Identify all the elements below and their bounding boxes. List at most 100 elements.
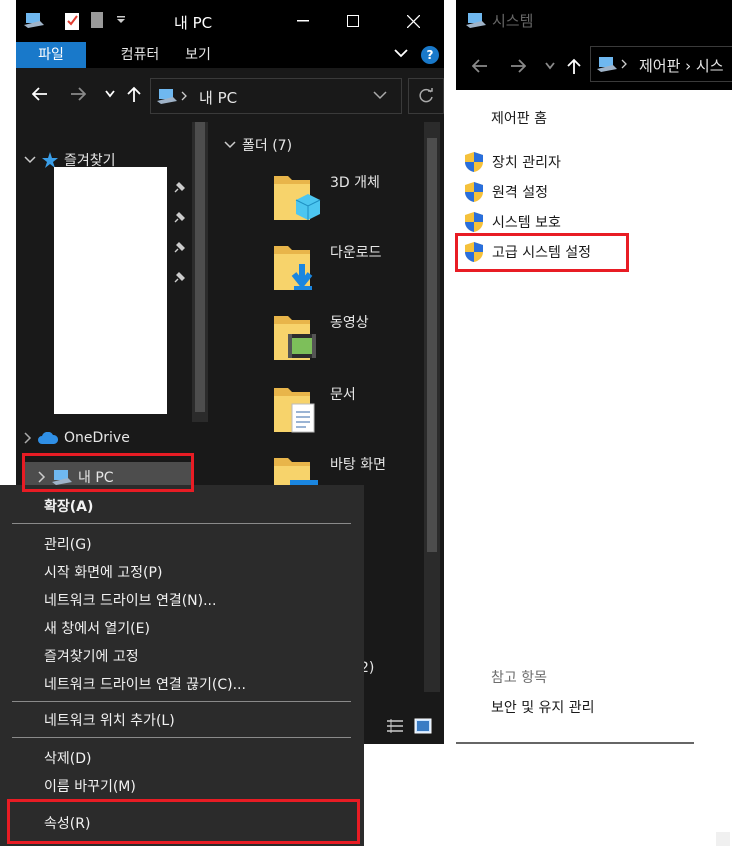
pc-icon [597,55,617,73]
menu-item-rename[interactable]: 이름 바꾸기(M) [44,776,136,796]
pin-icon[interactable] [173,272,185,284]
address-bar[interactable]: 내 PC [150,78,402,114]
link-security-maintenance[interactable]: 보안 및 유지 관리 [491,697,595,717]
menu-separator [12,523,351,524]
title-bar[interactable]: 내 PC [16,0,444,42]
content-scrollbar-thumb[interactable] [427,138,437,552]
tab-view[interactable]: 보기 [178,42,218,68]
menu-item-open-new-window[interactable]: 새 창에서 열기(E) [44,618,150,638]
menu-separator [12,701,351,702]
control-panel-home-link[interactable]: 제어판 홈 [491,108,547,128]
folder-label: 3D 개체 [330,175,380,191]
address-bar[interactable]: 제어판 › 시스 [590,46,732,82]
refresh-button[interactable] [408,78,444,114]
tab-computer[interactable]: 컴퓨터 [100,42,180,68]
nav-item-label: OneDrive [64,430,130,446]
help-icon[interactable]: ? [421,46,439,64]
link-remote-settings[interactable]: 원격 설정 [464,181,548,203]
cloud-icon [38,432,58,444]
back-arrow-icon[interactable] [470,54,490,78]
chevron-down-icon[interactable] [224,141,236,149]
menu-item-map-network-drive[interactable]: 네트워크 드라이브 연결(N)... [44,590,216,610]
breadcrumb-separator-icon[interactable] [181,91,187,101]
downloads-folder-icon [274,246,313,290]
menu-item-add-network-location[interactable]: 네트워크 위치 추가(L) [44,710,175,730]
pc-icon [24,11,44,29]
folder-label: 다운로드 [330,245,382,261]
pc-icon [466,11,486,29]
pc-icon [157,87,177,105]
link-label: 시스템 보호 [492,215,561,231]
pin-icon[interactable] [173,182,185,194]
chevron-down-icon[interactable] [373,90,387,100]
documents-folder-icon [274,388,315,433]
folder-videos[interactable]: 동영상 [272,312,422,372]
menu-item-expand[interactable]: 확장(A) [44,496,93,516]
videos-folder-icon [274,316,316,360]
dropdown-arrow-icon[interactable] [116,16,126,24]
folder-icon[interactable] [90,11,104,29]
see-also-heading: 참고 항목 [491,670,547,686]
3d-objects-folder-icon [274,176,321,220]
menu-item-pin-to-favorites[interactable]: 즐겨찾기에 고정 [44,646,139,666]
folder-label: 문서 [330,387,356,403]
nav-scrollbar-thumb[interactable] [195,122,205,412]
up-arrow-icon[interactable] [124,82,144,106]
group-header-label: 폴더 (7) [242,138,293,154]
link-system-protection[interactable]: 시스템 보호 [464,211,561,233]
minimize-button[interactable] [280,6,326,36]
menu-item-pin-to-start[interactable]: 시작 화면에 고정(P) [44,562,162,582]
title-bar[interactable]: 시스템 [456,0,732,40]
nav-scrollbar[interactable] [192,122,208,422]
window-title: 내 PC [174,14,213,32]
link-device-manager[interactable]: 장치 관리자 [464,151,561,173]
content-scrollbar[interactable] [424,122,440,692]
tab-file[interactable]: 파일 [16,42,86,68]
shield-icon [465,182,483,202]
pin-icon[interactable] [173,242,185,254]
large-icons-view-icon[interactable] [414,718,432,734]
ribbon: 파일 컴퓨터 보기 ? [16,42,444,68]
menu-item-manage[interactable]: 관리(G) [44,534,92,554]
details-view-icon[interactable] [386,718,404,734]
star-icon [42,152,58,168]
context-menu: 확장(A) 관리(G) 시작 화면에 고정(P) 네트워크 드라이브 연결(N)… [0,485,364,846]
chevron-right-icon[interactable] [24,432,32,444]
chevron-down-icon[interactable] [394,48,408,58]
address-text: 내 PC [199,89,238,107]
menu-item-disconnect-network-drive[interactable]: 네트워크 드라이브 연결 끊기(C)... [44,674,246,694]
highlight-my-pc [22,453,194,492]
folder-downloads[interactable]: 다운로드 [272,242,422,302]
address-row: 제어판 › 시스 [456,40,732,90]
group-header-folders[interactable]: 폴더 (7) [224,136,292,154]
link-label: 장치 관리자 [492,155,561,171]
highlight-advanced-system-settings [455,233,629,272]
recent-dropdown-icon[interactable] [540,54,560,78]
redacted-area [54,167,167,414]
maximize-button[interactable] [330,6,376,36]
menu-item-delete[interactable]: 삭제(D) [44,748,91,768]
forward-arrow-icon[interactable] [508,54,528,78]
recent-dropdown-icon[interactable] [100,82,120,106]
address-text: 제어판 › 시스 [639,57,724,75]
folder-documents[interactable]: 문서 [272,384,422,444]
pin-icon[interactable] [173,212,185,224]
up-arrow-icon[interactable] [564,54,584,78]
address-row: 내 PC [16,68,444,122]
nav-item-onedrive[interactable]: OneDrive [24,428,130,448]
divider [456,742,694,744]
chevron-down-icon[interactable] [24,156,36,164]
menu-separator [12,737,351,738]
system-window: 시스템 제어판 › 시스 제어판 홈 장치 관리자 원격 설정 시스템 보호 고… [456,0,732,744]
close-button[interactable] [390,6,436,36]
breadcrumb-separator-icon[interactable] [621,59,627,69]
resize-grip[interactable] [716,832,730,846]
checklist-icon[interactable] [64,11,80,31]
back-arrow-icon[interactable] [30,82,50,106]
folder-label: 바탕 화면 [330,457,386,473]
folder-3d-objects[interactable]: 3D 개체 [272,172,422,232]
forward-arrow-icon[interactable] [68,82,88,106]
shield-icon [465,212,483,232]
highlight-properties [7,799,360,844]
shield-icon [465,152,483,172]
